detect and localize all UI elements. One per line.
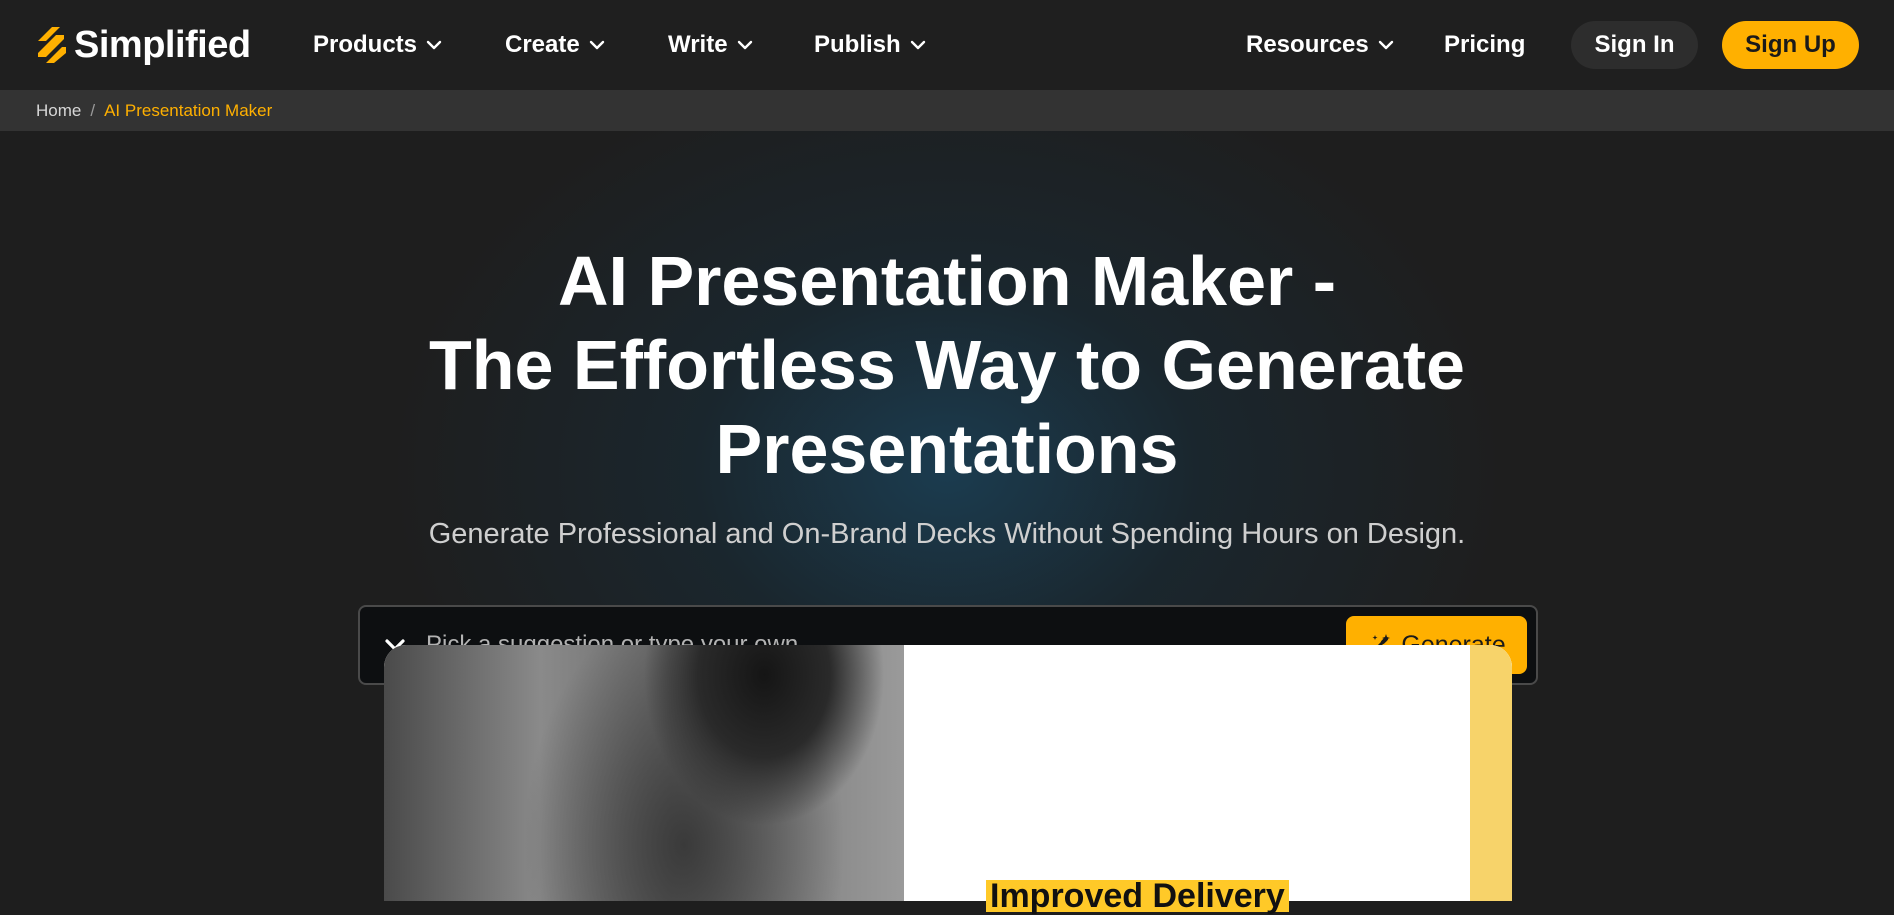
sign-up-button[interactable]: Sign Up bbox=[1722, 21, 1859, 69]
nav-publish[interactable]: Publish bbox=[814, 28, 927, 62]
breadcrumb-separator: / bbox=[90, 100, 96, 120]
breadcrumb-current: AI Presentation Maker bbox=[104, 100, 273, 120]
page-subtitle: Generate Professional and On-Brand Decks… bbox=[428, 518, 1466, 550]
chevron-down-icon bbox=[737, 40, 752, 50]
chevron-down-icon bbox=[1378, 40, 1393, 50]
chevron-down-icon bbox=[426, 40, 442, 50]
breadcrumb-home-link[interactable]: Home bbox=[36, 101, 81, 121]
page-title: AI Presentation Maker - The Effortless W… bbox=[0, 239, 1894, 491]
brand-name: Simplified bbox=[74, 23, 251, 66]
nav-pricing[interactable]: Pricing bbox=[1444, 28, 1525, 62]
brand-logo[interactable]: Simplified bbox=[34, 22, 251, 68]
preview-photo bbox=[384, 645, 904, 901]
chevron-down-icon bbox=[910, 40, 925, 50]
nav-resources-label: Resources bbox=[1246, 31, 1369, 58]
sign-in-button[interactable]: Sign In bbox=[1571, 21, 1698, 69]
nav-write[interactable]: Write bbox=[668, 28, 754, 62]
slide-heading: Improved Delivery bbox=[986, 879, 1289, 913]
presentation-preview bbox=[384, 645, 1512, 901]
nav-resources[interactable]: Resources bbox=[1246, 28, 1395, 62]
simplified-logo-icon bbox=[38, 27, 66, 63]
chevron-down-icon bbox=[589, 40, 604, 50]
nav-products[interactable]: Products bbox=[313, 28, 443, 62]
slide-accent-bar bbox=[1470, 645, 1512, 901]
top-navbar: Simplified Products Create Write Publish… bbox=[0, 0, 1894, 90]
page-title-line-3: Presentations bbox=[715, 410, 1179, 488]
nav-write-label: Write bbox=[668, 31, 728, 58]
nav-products-label: Products bbox=[313, 31, 418, 58]
nav-create[interactable]: Create bbox=[505, 28, 606, 62]
breadcrumb: Home / AI Presentation Maker bbox=[0, 90, 1894, 131]
preview-slide bbox=[904, 645, 1512, 901]
nav-publish-label: Publish bbox=[814, 31, 901, 58]
page-title-line-2: The Effortless Way to Generate bbox=[429, 326, 1465, 404]
page-title-line-1: AI Presentation Maker - bbox=[558, 242, 1336, 320]
nav-pricing-label: Pricing bbox=[1444, 31, 1526, 58]
nav-create-label: Create bbox=[505, 31, 580, 58]
